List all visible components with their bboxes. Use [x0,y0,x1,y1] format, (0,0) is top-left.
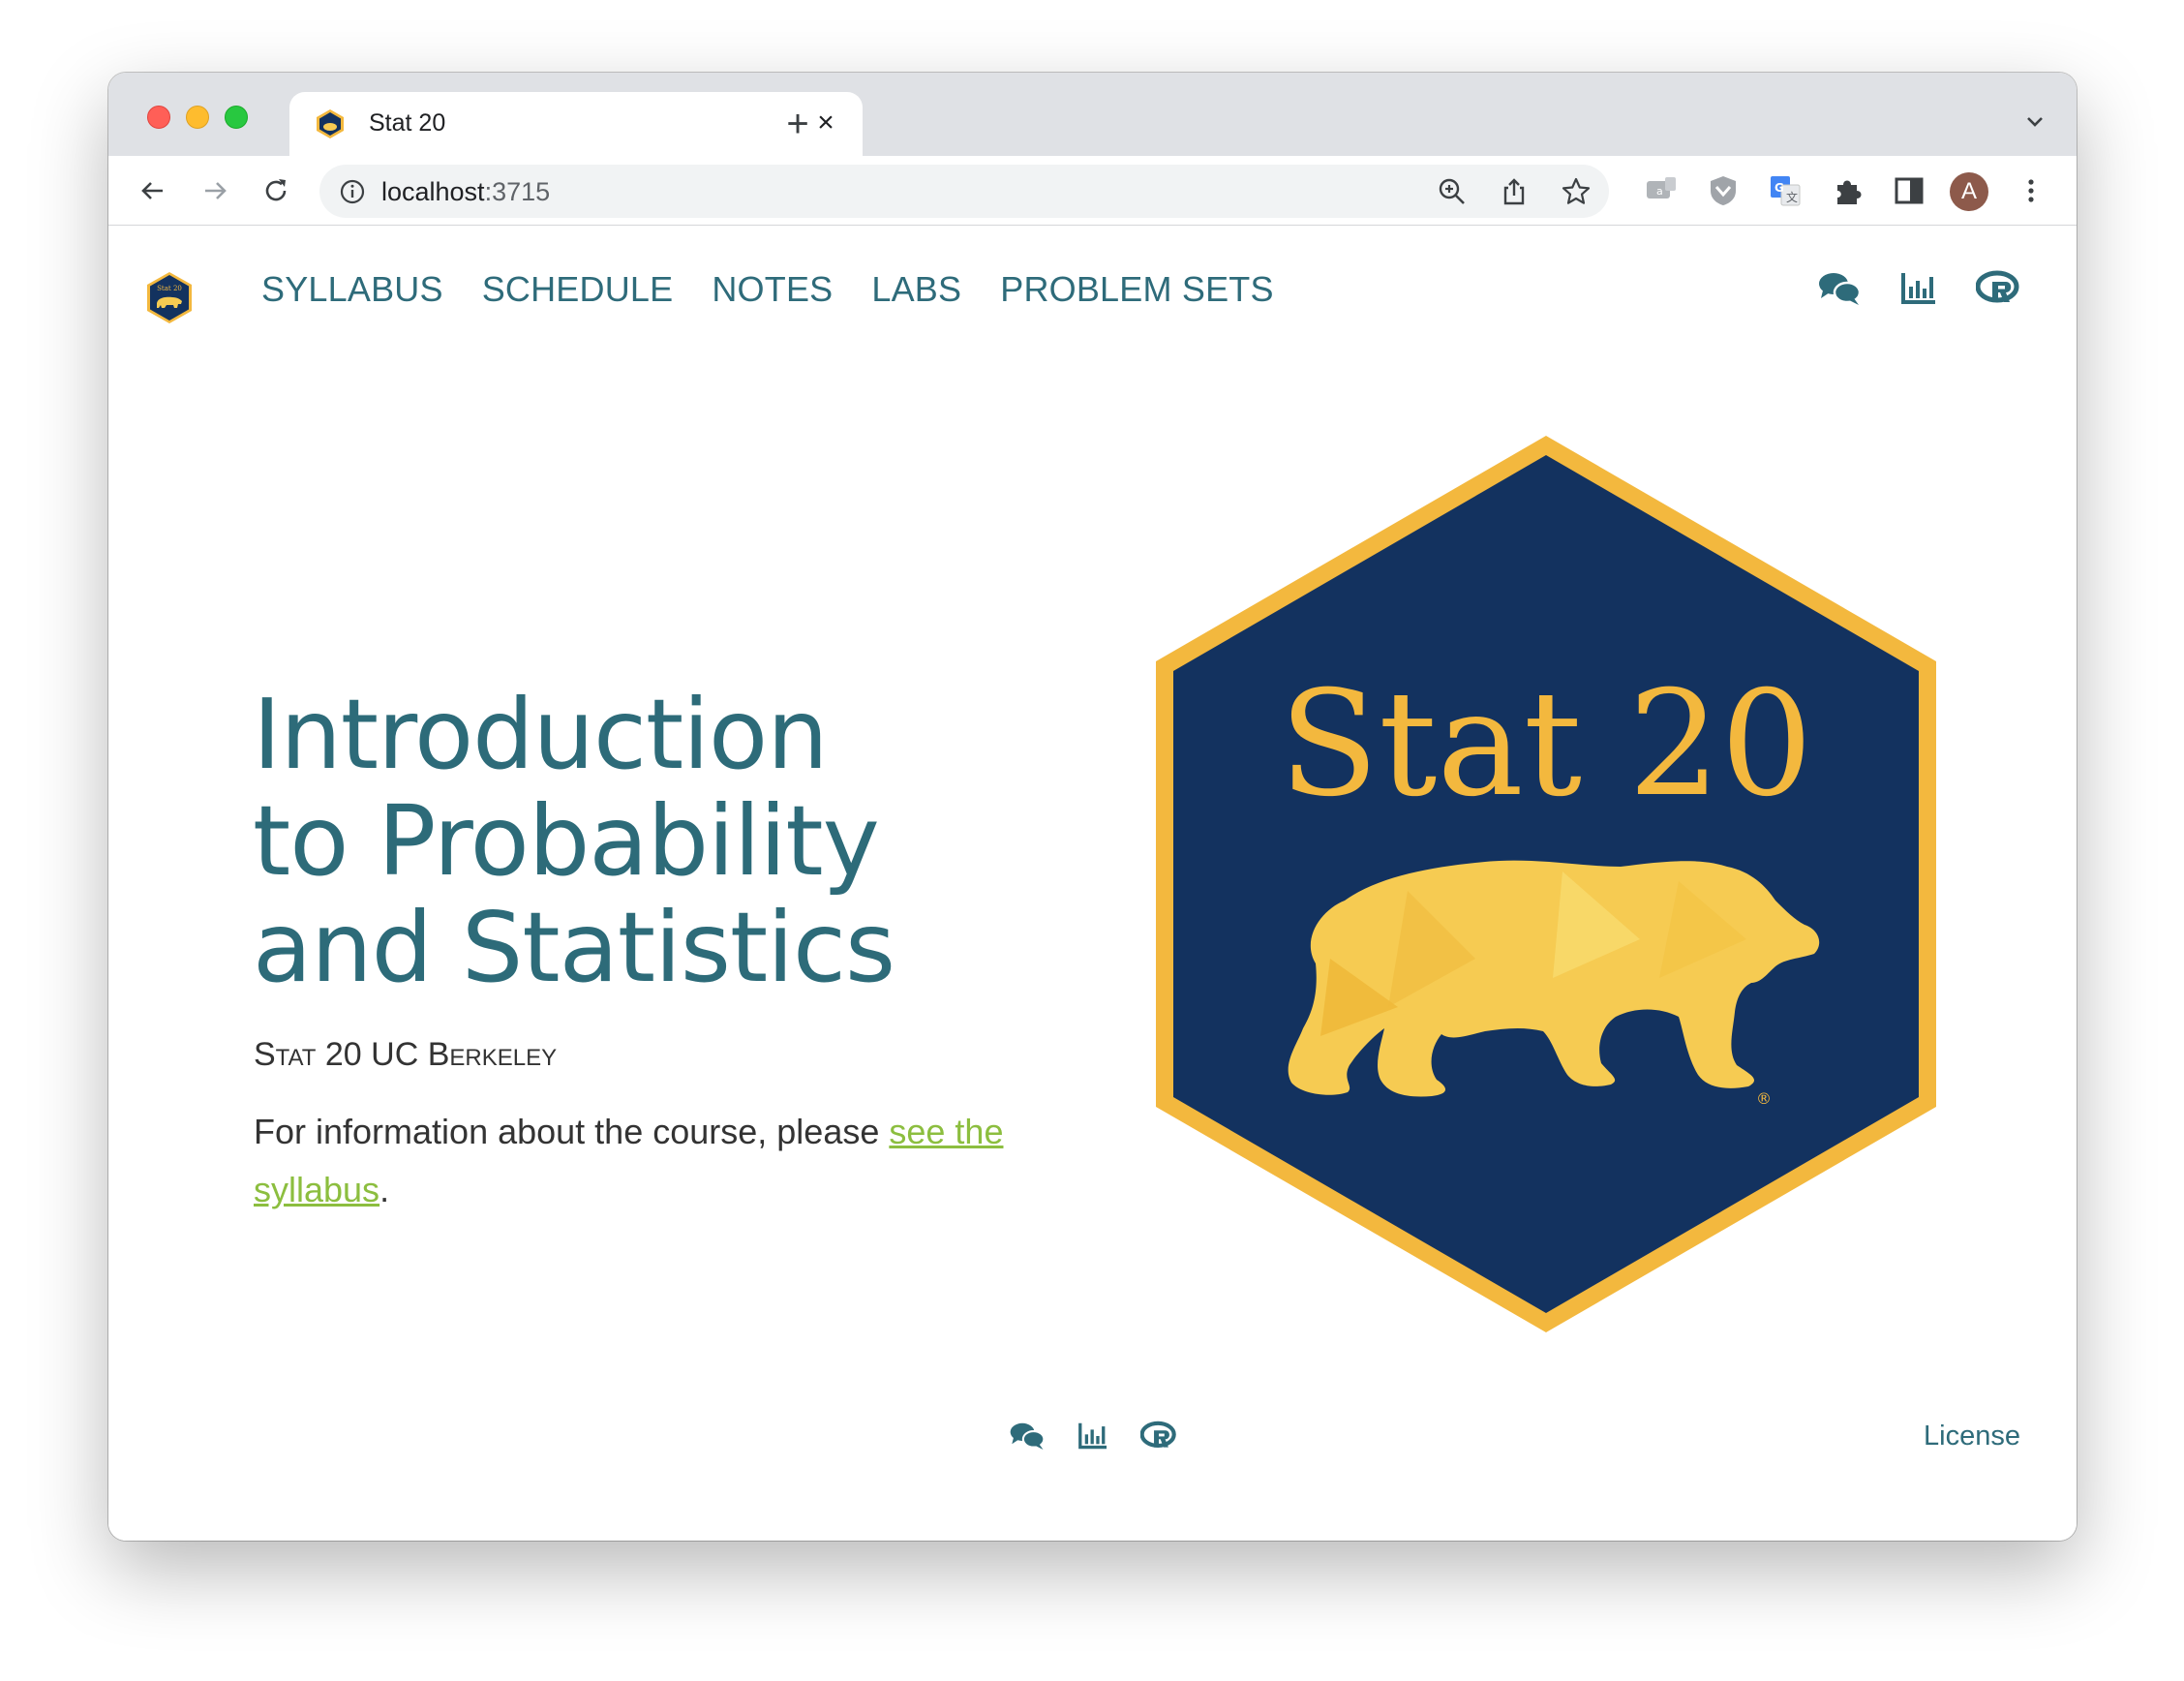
extensions-puzzle-icon[interactable] [1830,173,1865,208]
chart-bar-icon[interactable] [1896,269,1941,308]
new-tab-button[interactable]: + [776,103,819,145]
page-title: Introduction to Probability and Statisti… [253,682,1046,1001]
share-icon[interactable] [1499,176,1530,207]
reload-button[interactable] [257,171,295,210]
profile-avatar[interactable]: A [1950,172,1988,211]
footer-icons [1009,1420,1177,1452]
back-button[interactable] [134,171,172,210]
side-panel-icon[interactable] [1892,173,1926,208]
license-link[interactable]: License [1924,1421,2020,1452]
stat20-brand-logo[interactable]: Stat 20 [145,271,194,324]
page-subtitle: Stat 20 UC Berkeley [254,1036,558,1073]
nav-link-notes[interactable]: NOTES [712,269,833,310]
footer-r-project-icon[interactable] [1140,1420,1177,1452]
footer-comments-icon[interactable] [1009,1420,1046,1452]
course-info-text: For information about the course, please… [254,1112,1004,1209]
chevron-down-icon[interactable] [2020,107,2049,137]
reload-icon [265,179,287,201]
title-line: and Statistics [253,891,895,1004]
svg-text:a: a [1656,185,1663,198]
svg-text:Stat 20: Stat 20 [157,285,182,292]
site-navbar: Stat 20 SYLLABUS SCHEDULE NOTES LABS PRO… [108,227,2077,323]
nav-links: SYLLABUS SCHEDULE NOTES LABS PROBLEM SET… [261,269,1274,310]
nav-link-labs[interactable]: LABS [871,269,961,310]
title-line: Introduction [253,678,829,791]
title-line: to Probability [253,784,880,898]
maximize-window-button[interactable] [225,106,248,129]
url-text[interactable]: localhost:3715 [381,177,550,207]
footer-chart-bar-icon[interactable] [1075,1420,1111,1452]
svg-text:G: G [1774,181,1784,195]
extension-screen-icon[interactable]: a [1644,173,1679,208]
info-icon[interactable] [339,178,366,205]
extension-shield-icon[interactable] [1706,173,1741,208]
nav-link-problem-sets[interactable]: PROBLEM SETS [1000,269,1273,310]
tab-title: Stat 20 [369,109,446,137]
arrow-left-icon [141,182,163,199]
address-bar[interactable]: localhost:3715 [319,165,1609,218]
stat20-hex-logo: Stat 20 ® [1156,436,1936,1332]
tab-strip: Stat 20 × + [108,73,2077,156]
web-page: Stat 20 SYLLABUS SCHEDULE NOTES LABS PRO… [108,227,2077,1541]
more-menu-icon[interactable] [2014,173,2048,208]
nav-link-syllabus[interactable]: SYLLABUS [261,269,443,310]
forward-button[interactable] [196,171,234,210]
nav-link-schedule[interactable]: SCHEDULE [482,269,674,310]
svg-text:文: 文 [1786,190,1798,204]
r-project-icon[interactable] [1976,269,2020,308]
browser-toolbar: localhost:3715 a G 文 A [108,156,2077,226]
close-window-button[interactable] [147,106,170,129]
nav-icons [1817,269,2020,308]
arrow-right-icon [205,182,227,199]
hex-logo-text: Stat 20 [1279,660,1812,829]
zoom-icon[interactable] [1437,176,1468,207]
google-translate-icon[interactable]: G 文 [1768,173,1803,208]
browser-window: Stat 20 × + localhost:3715 a G 文 A Stat … [108,73,2077,1541]
bookmark-star-icon[interactable] [1561,176,1592,207]
minimize-window-button[interactable] [186,106,209,129]
stat20-favicon-icon [317,109,344,138]
registered-mark: ® [1756,1089,1772,1108]
comments-icon[interactable] [1817,269,1862,308]
